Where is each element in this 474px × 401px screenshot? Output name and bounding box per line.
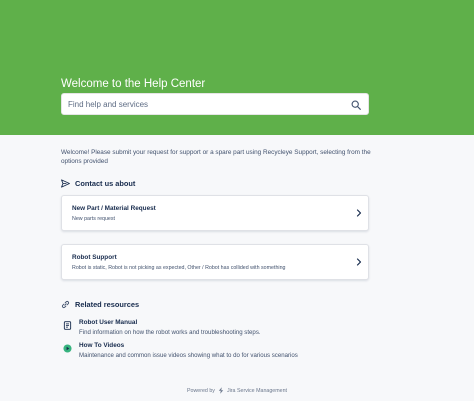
manual-icon xyxy=(63,321,72,330)
search-input[interactable] xyxy=(68,97,348,112)
contact-section-heading: Contact us about xyxy=(61,179,135,188)
paper-plane-icon xyxy=(61,179,70,188)
resource-how-to-videos[interactable]: How To Videos Maintenance and common iss… xyxy=(61,342,381,362)
intro-text: Welcome! Please submit your request for … xyxy=(61,149,371,165)
search-box[interactable] xyxy=(61,93,369,115)
request-type-title: New Part / Material Request xyxy=(72,205,156,212)
request-type-new-part[interactable]: New Part / Material Request New parts re… xyxy=(61,195,369,231)
request-type-description: New parts request xyxy=(72,216,115,222)
jira-service-management-link[interactable]: Jira Service Management xyxy=(227,388,287,394)
request-type-robot-support[interactable]: Robot Support Robot is static, Robot is … xyxy=(61,244,369,280)
resource-description: Find information on how the robot works … xyxy=(79,329,261,336)
chevron-right-icon xyxy=(356,258,362,266)
hero-banner: Welcome to the Help Center xyxy=(0,0,474,135)
chevron-right-icon xyxy=(356,209,362,217)
search-icon[interactable] xyxy=(351,100,361,110)
request-type-title: Robot Support xyxy=(72,254,117,261)
resources-section-heading: Related resources xyxy=(61,300,139,309)
page-title: Welcome to the Help Center xyxy=(61,78,206,90)
video-icon xyxy=(63,344,72,353)
resource-description: Maintenance and common issue videos show… xyxy=(79,352,298,359)
request-type-description: Robot is static, Robot is not picking as… xyxy=(72,265,286,271)
resource-title[interactable]: How To Videos xyxy=(79,342,124,349)
resources-heading-label: Related resources xyxy=(75,300,140,309)
jira-bolt-icon xyxy=(218,387,224,394)
resource-robot-user-manual[interactable]: Robot User Manual Find information on ho… xyxy=(61,319,381,339)
link-icon xyxy=(61,300,70,309)
powered-by-label: Powered by xyxy=(186,387,215,394)
contact-heading-label: Contact us about xyxy=(75,179,136,188)
resource-title[interactable]: Robot User Manual xyxy=(79,319,137,326)
footer: Powered by Jira Service Management xyxy=(0,387,474,394)
